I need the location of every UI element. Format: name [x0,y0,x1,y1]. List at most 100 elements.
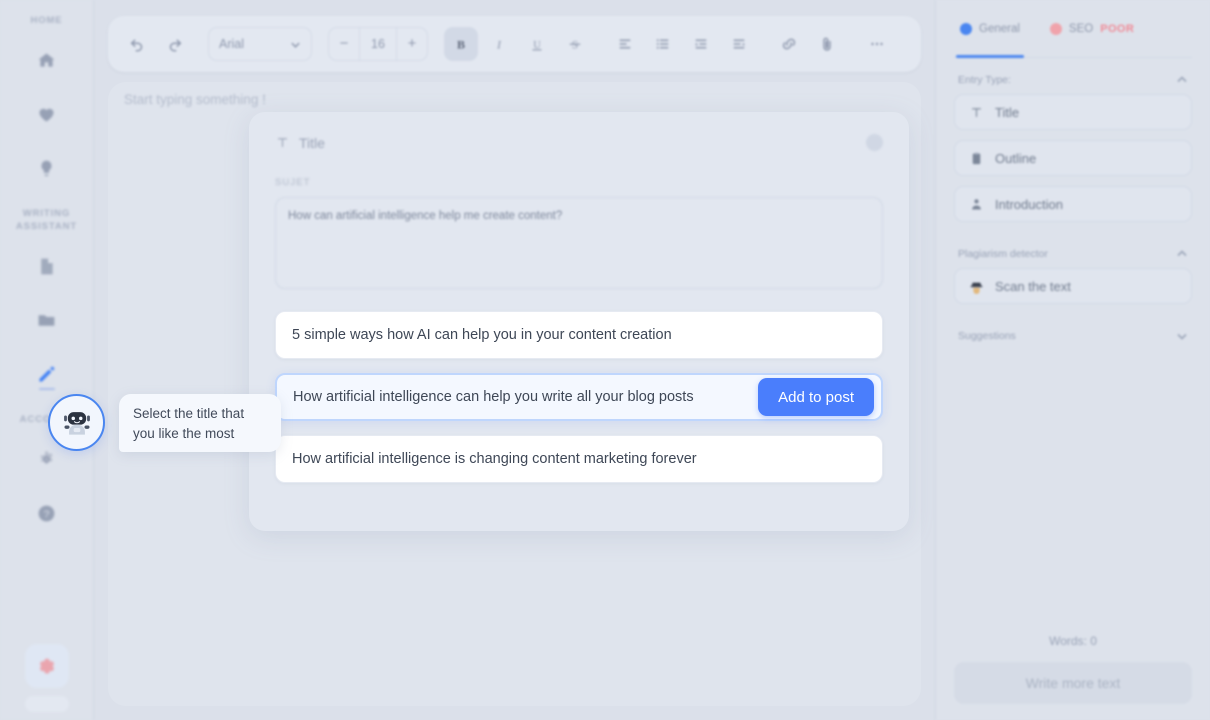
sidebar-item-folders[interactable] [24,297,70,343]
seo-tab-icon [1049,22,1062,35]
font-size-decrease[interactable]: − [329,28,359,60]
chevron-down-icon [1177,333,1187,340]
entry-type-outline-label: Outline [995,150,1037,166]
section-title-plagiarism: Plagiarism detector [958,248,1048,260]
sidebar-item-ideas[interactable] [24,145,70,191]
section-header-entry-type[interactable]: Entry Type: [954,58,1192,94]
bulb-icon [41,160,52,176]
sidebar-footer [0,644,94,712]
strikethrough-button[interactable]: S [558,27,592,61]
font-family-value: Arial [219,37,245,51]
underline-button[interactable]: U [520,27,554,61]
svg-text:S: S [572,40,578,52]
prompt-field-label: SUJET [275,177,311,188]
suggestion-card-header: Title [275,134,883,151]
bold-icon: B [457,38,465,52]
editor-placeholder: Start typing something ! [124,92,266,107]
right-panel-footer: Words: 0 Write more text [954,634,1192,704]
assistant-avatar[interactable] [48,394,105,451]
suggestion-card-options-icon[interactable] [866,134,883,151]
redo-icon [169,39,182,52]
right-panel-tabs: General SEO POOR [954,0,1192,58]
link-button[interactable] [772,27,806,61]
sidebar-item-documents[interactable] [24,243,70,289]
more-options-button[interactable] [860,27,894,61]
attachment-button[interactable] [810,27,844,61]
suggestion-option-text: How artificial intelligence is changing … [292,451,697,467]
chevron-down-icon [291,42,300,48]
assistant-tooltip: Select the title that you like the most [119,394,281,452]
section-header-suggestions[interactable]: Suggestions [954,314,1192,350]
suggestion-card-header-left: Title [275,135,325,151]
scan-the-text-label: Scan the text [995,278,1071,294]
tab-general[interactable]: General [956,0,1024,58]
section-title-entry-type: Entry Type: [958,74,1011,86]
outdent-button[interactable] [722,27,756,61]
title-suggestion-card: Title SUJET How can artificial intellige… [249,112,909,531]
pencil-icon [39,366,55,381]
outline-icon [972,152,981,164]
italic-button[interactable]: I [482,27,516,61]
entry-type-outline[interactable]: Outline [954,140,1192,176]
outdent-icon [733,39,745,49]
app-window: HOME WRITING ASSISTANT ACCOUNT ? Arial −… [0,0,1210,720]
entry-type-title[interactable]: Title [954,94,1192,130]
suggestion-option-text: 5 simple ways how AI can help you in you… [292,327,672,343]
tab-seo-label: SEO [1068,22,1094,35]
redo-button[interactable] [158,27,192,61]
font-family-select[interactable]: Arial [208,27,312,61]
document-icon [41,258,53,274]
toolbar-container: Arial − 16 + B I U S [94,0,935,82]
chevron-up-icon [1177,250,1187,257]
general-tab-icon [960,22,972,35]
chevron-up-icon [1177,76,1187,83]
title-icon [972,107,981,117]
svg-text:?: ? [44,508,50,520]
svg-text:I: I [496,38,502,52]
indent-button[interactable] [684,27,718,61]
sidebar-footer-stub [25,696,69,712]
link-icon [782,38,796,50]
list-icon [656,39,669,49]
sidebar-item-home[interactable] [24,37,70,83]
sidebar-active-indicator [38,388,55,390]
heart-icon [39,108,54,121]
suggestion-card-title: Title [299,134,325,151]
suggestion-option-3[interactable]: How artificial intelligence is changing … [275,435,883,483]
tab-general-label: General [979,22,1020,35]
sidebar-item-help[interactable]: ? [24,490,70,536]
font-size-value[interactable]: 16 [359,28,397,60]
left-sidebar: HOME WRITING ASSISTANT ACCOUNT ? [0,0,94,720]
right-panel: General SEO POOR Entry Type: Title Outli… [935,0,1210,720]
align-left-icon [619,39,631,49]
sidebar-section-label-writing-assistant: WRITING ASSISTANT [15,208,78,232]
sidebar-item-brand[interactable] [25,644,69,688]
strikethrough-icon: S [569,40,581,52]
main-area: Arial − 16 + B I U S Start typing someth… [94,0,935,720]
add-to-post-button[interactable]: Add to post [758,378,874,416]
tab-seo[interactable]: SEO POOR [1049,0,1135,58]
entry-type-title-label: Title [995,104,1020,120]
bold-button[interactable]: B [444,27,478,61]
suggestion-option-text: How artificial intelligence can help you… [293,389,694,405]
font-size-increase[interactable]: + [397,28,427,60]
seo-status-badge: POOR [1100,22,1135,35]
attachment-icon [823,37,831,51]
underline-icon: U [532,40,542,51]
undo-button[interactable] [120,27,154,61]
sidebar-item-editor[interactable] [24,351,70,397]
section-header-plagiarism-detector[interactable]: Plagiarism detector [954,232,1192,268]
font-size-stepper[interactable]: − 16 + [328,27,428,61]
undo-icon [130,39,143,52]
entry-type-introduction[interactable]: Introduction [954,186,1192,222]
prompt-input[interactable]: How can artificial intelligence help me … [275,197,883,289]
align-left-button[interactable] [608,27,642,61]
introduction-icon [972,198,981,209]
sidebar-item-favorites[interactable] [24,91,70,137]
scan-the-text-button[interactable]: Scan the text [954,268,1192,304]
suggestion-option-1[interactable]: 5 simple ways how AI can help you in you… [275,311,883,359]
suggestion-option-2[interactable]: How artificial intelligence can help you… [275,373,883,421]
list-button[interactable] [646,27,680,61]
write-more-text-button[interactable]: Write more text [954,662,1192,704]
folder-icon [38,314,55,326]
